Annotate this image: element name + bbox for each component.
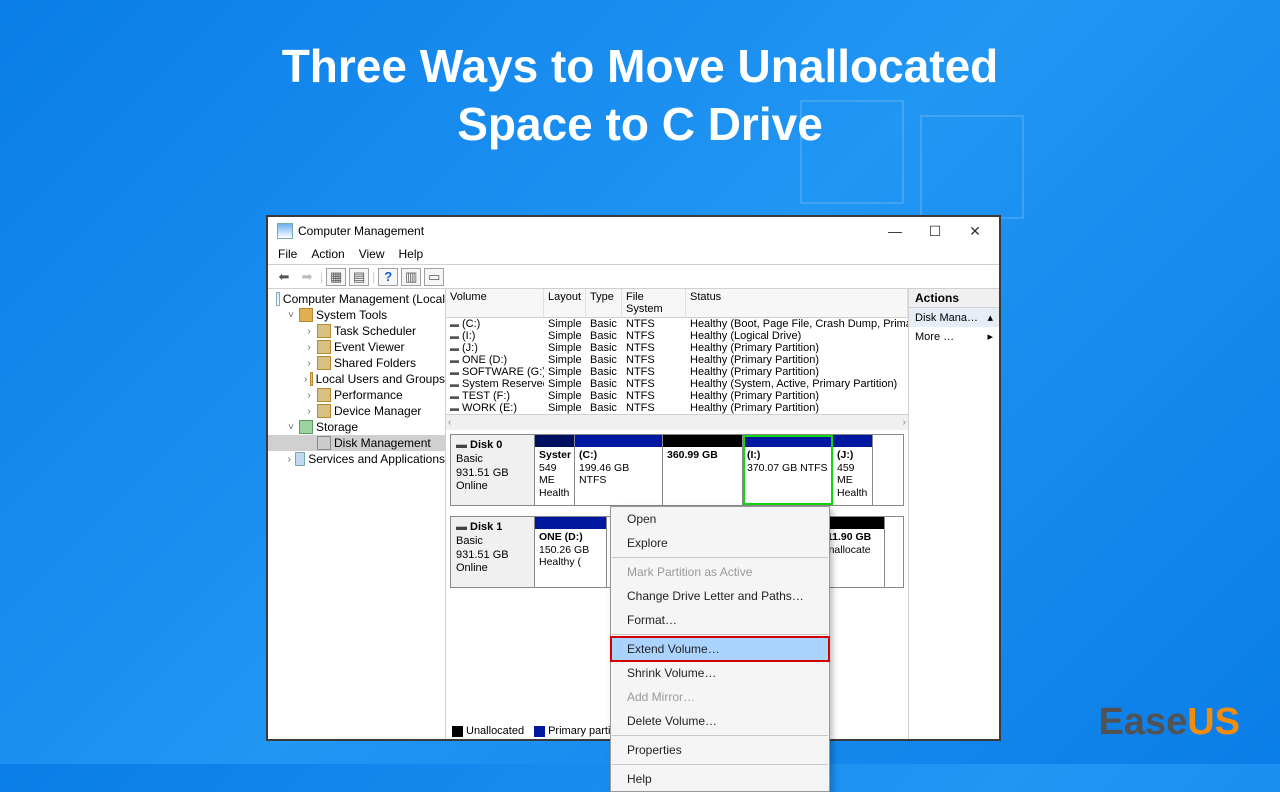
- col-volume: Volume: [446, 289, 544, 317]
- volume-row[interactable]: System ReservedSimpleBasicNTFSHealthy (S…: [446, 378, 908, 390]
- tree-services[interactable]: ›Services and Applications: [268, 451, 445, 467]
- menu-help[interactable]: Help: [399, 247, 424, 261]
- legend-swatch-blue: [534, 726, 545, 737]
- volume-list: Volume Layout Type File System Status (C…: [446, 289, 908, 430]
- partition[interactable]: ONE (D:)150.26 GBHealthy (: [535, 517, 607, 587]
- actions-pane: Actions Disk Mana…▴ More …▸: [909, 289, 999, 739]
- toolbar-icon[interactable]: ▥: [401, 268, 421, 286]
- context-menu-item[interactable]: Format…: [611, 608, 829, 632]
- forward-button[interactable]: ➡: [297, 268, 317, 286]
- context-menu-item[interactable]: Change Drive Letter and Paths…: [611, 584, 829, 608]
- volume-row[interactable]: (J:)SimpleBasicNTFSHealthy (Primary Part…: [446, 342, 908, 354]
- item-icon: [317, 356, 331, 370]
- partition[interactable]: (J:)459 MEHealth: [833, 435, 873, 505]
- menu-view[interactable]: View: [359, 247, 385, 261]
- context-menu-item[interactable]: Explore: [611, 531, 829, 555]
- tree-disk-management[interactable]: Disk Management: [268, 435, 445, 451]
- item-icon: [317, 388, 331, 402]
- disk-header[interactable]: Disk 1Basic931.51 GBOnline: [451, 517, 535, 587]
- volume-row[interactable]: TEST (F:)SimpleBasicNTFSHealthy (Primary…: [446, 390, 908, 402]
- toolbar: ⬅ ➡ | ▦ ▤ | ? ▥ ▭: [268, 265, 999, 289]
- partition[interactable]: Syster549 MEHealth: [535, 435, 575, 505]
- tree-item[interactable]: ›Local Users and Groups: [268, 371, 445, 387]
- volume-row[interactable]: SOFTWARE (G:)SimpleBasicNTFSHealthy (Pri…: [446, 366, 908, 378]
- tree-root[interactable]: Computer Management (Local: [268, 291, 445, 307]
- col-layout: Layout: [544, 289, 586, 317]
- menu-separator: [612, 634, 828, 635]
- chevron-right-icon: ▸: [987, 330, 993, 343]
- item-icon: [310, 372, 312, 386]
- app-icon: [277, 223, 293, 239]
- context-menu-item[interactable]: Open: [611, 507, 829, 531]
- disk-header[interactable]: Disk 0Basic931.51 GBOnline: [451, 435, 535, 505]
- tree-item[interactable]: ›Shared Folders: [268, 355, 445, 371]
- col-type: Type: [586, 289, 622, 317]
- tree-item[interactable]: ›Device Manager: [268, 403, 445, 419]
- toolbar-icon[interactable]: ▦: [326, 268, 346, 286]
- item-icon: [317, 404, 331, 418]
- volume-row[interactable]: ONE (D:)SimpleBasicNTFSHealthy (Primary …: [446, 354, 908, 366]
- storage-icon: [299, 420, 313, 434]
- toolbar-icon[interactable]: ▤: [349, 268, 369, 286]
- toolbar-icon[interactable]: ▭: [424, 268, 444, 286]
- back-button[interactable]: ⬅: [274, 268, 294, 286]
- volume-row[interactable]: WORK (E:)SimpleBasicNTFSHealthy (Primary…: [446, 402, 908, 414]
- partition[interactable]: (C:)199.46 GB NTFS: [575, 435, 663, 505]
- volume-row[interactable]: (I:)SimpleBasicNTFSHealthy (Logical Driv…: [446, 330, 908, 342]
- tree-item[interactable]: ›Event Viewer: [268, 339, 445, 355]
- computer-icon: [276, 292, 280, 306]
- actions-more[interactable]: More …▸: [909, 327, 999, 346]
- context-menu-item: Add Mirror…: [611, 685, 829, 709]
- menu-action[interactable]: Action: [311, 247, 344, 261]
- actions-header: Actions: [909, 289, 999, 308]
- context-menu-item[interactable]: Shrink Volume…: [611, 661, 829, 685]
- partition[interactable]: 360.99 GB: [663, 435, 743, 505]
- tree-item[interactable]: ›Performance: [268, 387, 445, 403]
- context-menu-item[interactable]: Extend Volume…: [611, 637, 829, 661]
- item-icon: [317, 340, 331, 354]
- headline-line1: Three Ways to Move Unallocated: [0, 0, 1280, 96]
- menubar: File Action View Help: [268, 245, 999, 265]
- menu-separator: [612, 764, 828, 765]
- folder-icon: [299, 308, 313, 322]
- disk-icon: [317, 436, 331, 450]
- context-menu-item[interactable]: Properties: [611, 738, 829, 762]
- window-title: Computer Management: [298, 224, 875, 238]
- context-menu-item[interactable]: Help: [611, 767, 829, 791]
- horizontal-scrollbar[interactable]: ‹›: [446, 414, 908, 430]
- legend-swatch-black: [452, 726, 463, 737]
- navigation-tree: Computer Management (Local ˅System Tools…: [268, 289, 446, 739]
- help-icon[interactable]: ?: [378, 268, 398, 286]
- disk-row: Disk 0Basic931.51 GBOnlineSyster549 MEHe…: [450, 434, 904, 506]
- menu-file[interactable]: File: [278, 247, 297, 261]
- item-icon: [317, 324, 331, 338]
- col-filesystem: File System: [622, 289, 686, 317]
- titlebar[interactable]: Computer Management — ☐ ✕: [268, 217, 999, 245]
- menu-separator: [612, 557, 828, 558]
- minimize-button[interactable]: —: [875, 219, 915, 243]
- close-button[interactable]: ✕: [955, 219, 995, 243]
- services-icon: [295, 452, 305, 466]
- context-menu: OpenExplore Mark Partition as ActiveChang…: [610, 506, 830, 792]
- context-menu-item[interactable]: Delete Volume…: [611, 709, 829, 733]
- tree-system-tools[interactable]: ˅System Tools: [268, 307, 445, 323]
- easeus-logo: EaseUS: [1098, 701, 1240, 744]
- partition[interactable]: (I:)370.07 GB NTFS: [743, 435, 833, 505]
- tree-storage[interactable]: ˅Storage: [268, 419, 445, 435]
- context-menu-item: Mark Partition as Active: [611, 560, 829, 584]
- maximize-button[interactable]: ☐: [915, 219, 955, 243]
- tree-item[interactable]: ›Task Scheduler: [268, 323, 445, 339]
- collapse-icon: ▴: [987, 311, 993, 324]
- volume-row[interactable]: (C:)SimpleBasicNTFSHealthy (Boot, Page F…: [446, 318, 908, 330]
- actions-disk-management[interactable]: Disk Mana…▴: [909, 308, 999, 327]
- volume-list-header[interactable]: Volume Layout Type File System Status: [446, 289, 908, 318]
- menu-separator: [612, 735, 828, 736]
- col-status: Status: [686, 289, 908, 317]
